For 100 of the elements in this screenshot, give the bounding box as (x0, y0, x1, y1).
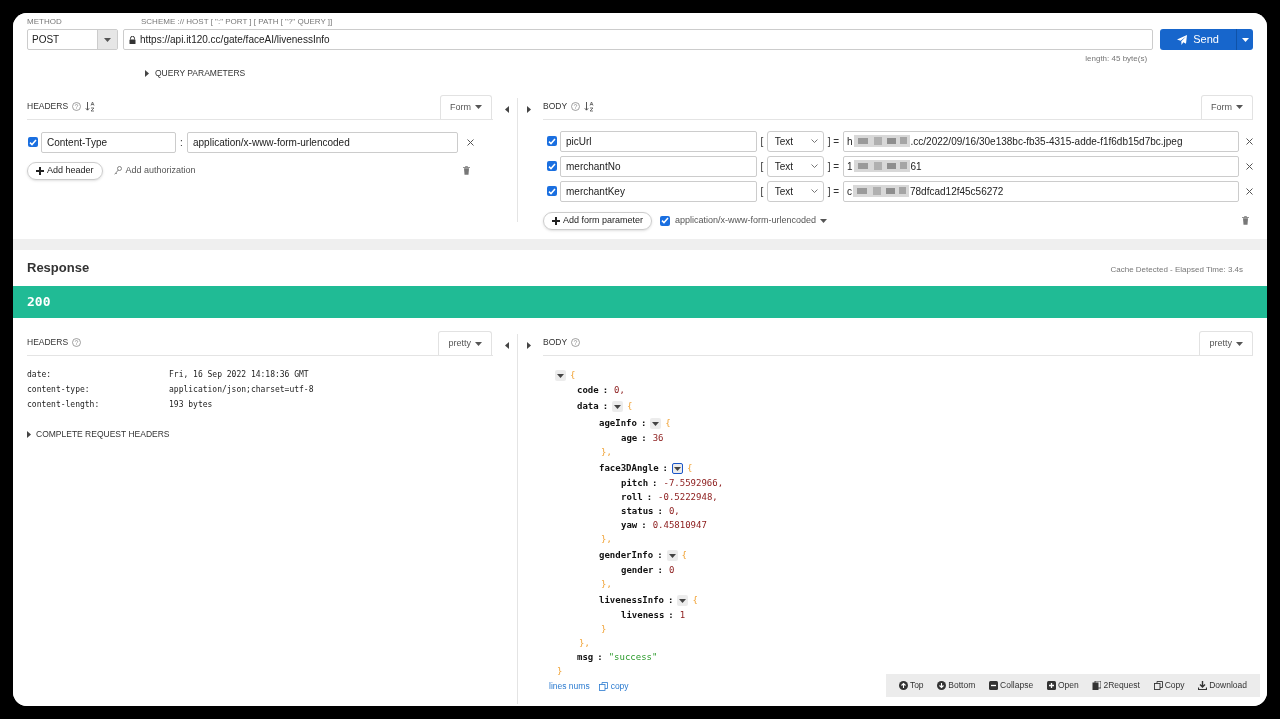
sort-icon[interactable] (85, 100, 96, 112)
toolbar-button[interactable]: Copy (1153, 679, 1185, 692)
json-colon: : (657, 505, 663, 519)
caret-icon (1241, 37, 1249, 42)
param-name-field[interactable]: merchantNo (560, 155, 757, 177)
toolbar-button[interactable]: Open (1046, 679, 1079, 692)
collapse-toggle[interactable] (677, 595, 689, 606)
param-value-field[interactable]: c 78dfcad12f45c56272 (843, 180, 1239, 202)
arrow-down-circle-icon (937, 681, 947, 690)
close-icon[interactable] (1246, 187, 1253, 195)
param-value-field[interactable]: 1 61 (843, 155, 1239, 177)
copy-icon (1153, 681, 1163, 690)
expand-icon[interactable] (145, 69, 149, 77)
trash-icon[interactable] (1242, 216, 1249, 226)
param-name-field[interactable]: merchantKey (560, 180, 757, 202)
toolbar-button[interactable]: Bottom (937, 679, 976, 692)
chevron-down-icon (810, 139, 818, 144)
header-value: 193 bytes (169, 398, 213, 411)
toolbar-button[interactable]: 2Request (1092, 679, 1140, 692)
json-colon: : (662, 461, 669, 475)
header-value-field[interactable]: application/x-www-form-urlencoded (187, 131, 458, 153)
sort-icon[interactable] (584, 100, 595, 112)
json-value: 0, (614, 384, 625, 398)
status-code: 200 (27, 293, 51, 312)
bracket-text: ] = (826, 134, 841, 149)
send-options-button[interactable] (1236, 29, 1253, 50)
json-brace: { (687, 461, 693, 475)
header-name-field[interactable]: Content-Type (41, 131, 176, 153)
param-name-field[interactable]: picUrl (560, 130, 757, 152)
json-value: -7.5592966, (663, 477, 724, 491)
toolbar-button[interactable]: Download (1198, 679, 1248, 692)
caret-icon (674, 466, 682, 471)
json-key: msg (577, 651, 594, 665)
json-brace: }, (579, 637, 590, 651)
type-dropdown[interactable]: Text (766, 180, 824, 202)
encoding-dropdown[interactable]: application/x-www-form-urlencoded (675, 214, 828, 228)
json-value: "success" (608, 651, 658, 665)
field-label: SCHEME :// HOST [ ":" PORT ] [ PATH [ "?" QUERY ]] (141, 16, 333, 28)
collapse-toggle[interactable] (555, 370, 566, 381)
toolbar-button[interactable]: Top (898, 679, 924, 692)
collapse-toggle[interactable] (672, 463, 684, 474)
checkbox[interactable] (660, 215, 671, 226)
checkbox[interactable] (547, 161, 557, 172)
check-icon (548, 162, 556, 170)
mode-dropdown[interactable]: pretty (438, 331, 492, 355)
collapse-left-icon[interactable] (505, 105, 509, 113)
plus-icon (552, 216, 560, 225)
send-button[interactable]: Send (1160, 29, 1236, 50)
caret-icon (475, 341, 482, 346)
trash-icon[interactable] (463, 166, 470, 176)
json-colon: : (668, 609, 674, 623)
caret-icon (652, 421, 660, 426)
bracket-text: [ (759, 134, 765, 149)
url-field[interactable]: https://api.it120.cc/gate/faceAI/livenessInfo (123, 29, 1154, 50)
collapse-toggle[interactable] (612, 401, 624, 412)
json-colon: : (640, 416, 647, 430)
section-title: HEADERS (27, 100, 69, 113)
json-colon: : (646, 491, 653, 505)
json-key: livenessInfo (599, 593, 665, 608)
add-authorization-button[interactable]: Add authorization (113, 164, 196, 178)
type-dropdown[interactable]: Text (766, 130, 824, 152)
toolbar-button[interactable]: Collapse (989, 679, 1034, 692)
checkbox[interactable] (547, 186, 557, 197)
collapse-toggle[interactable] (666, 550, 678, 561)
mode-dropdown[interactable]: pretty (1199, 331, 1253, 355)
caret-icon (1236, 105, 1243, 110)
json-value: 1 (679, 609, 686, 623)
caret-icon (614, 404, 622, 409)
close-icon[interactable] (1246, 162, 1253, 170)
collapse-left-icon[interactable] (505, 342, 509, 349)
section-title: HEADERS (27, 336, 69, 349)
close-icon[interactable] (467, 138, 474, 146)
close-icon[interactable] (1246, 137, 1253, 145)
expand-right-icon[interactable] (527, 105, 531, 113)
method-dropdown[interactable]: POST (27, 29, 118, 50)
collapse-toggle[interactable] (650, 418, 662, 429)
json-colon: : (641, 432, 647, 446)
expand-icon[interactable] (27, 430, 31, 438)
json-colon: : (652, 477, 658, 491)
copy-link[interactable]: copy (598, 680, 629, 693)
checkbox[interactable] (28, 137, 38, 148)
download-icon (1198, 681, 1208, 690)
mode-dropdown[interactable]: Form (1201, 94, 1253, 119)
mode-dropdown[interactable]: Form (440, 94, 492, 119)
lock-icon (129, 35, 136, 44)
minus-square-icon (989, 681, 999, 690)
bracket-text: [ (759, 159, 765, 174)
caret-icon (104, 37, 111, 42)
paper-plane-icon (1177, 34, 1188, 45)
query-parameters-toggle[interactable]: QUERY PARAMETERS (145, 67, 246, 80)
expand-right-icon[interactable] (527, 342, 531, 349)
json-brace: }, (601, 446, 612, 460)
line-numbers-link[interactable]: lines nums (549, 680, 590, 693)
caret-icon (557, 373, 564, 378)
json-brace: } (557, 665, 563, 679)
checkbox[interactable] (547, 136, 557, 147)
complete-request-headers-toggle[interactable]: COMPLETE REQUEST HEADERS (27, 428, 170, 441)
type-dropdown[interactable]: Text (766, 155, 824, 177)
param-value-field[interactable]: h .cc/2022/09/16/30e138bc-fb35-4315-adde-f1f6db15d7bc.jpeg (843, 130, 1239, 152)
header-name: content-type: (27, 383, 91, 396)
